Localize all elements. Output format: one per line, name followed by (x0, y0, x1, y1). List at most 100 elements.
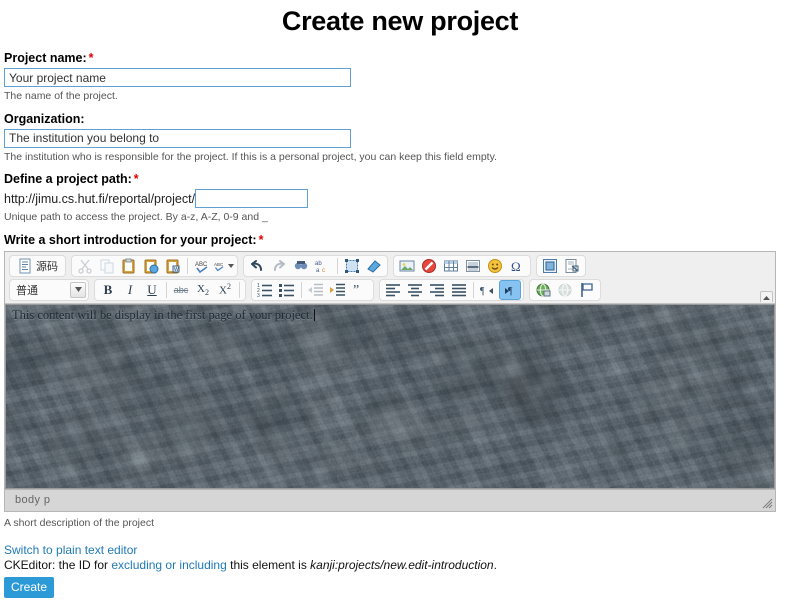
switch-to-plain-text-link[interactable]: Switch to plain text editor (4, 543, 137, 557)
svg-text:¶: ¶ (508, 286, 513, 297)
toolbar-separator (473, 282, 474, 298)
source-label: 源码 (33, 258, 58, 274)
organization-label-text: Organization: (4, 112, 85, 126)
page-break-icon[interactable] (561, 256, 583, 276)
project-path-row: http://jimu.cs.hut.fi/reportal/project/ (4, 189, 796, 208)
text-direction-ltr-icon[interactable]: ¶ (499, 280, 521, 300)
switch-editor-line: Switch to plain text editor (4, 543, 796, 557)
project-path-label: Define a project path: * (4, 172, 796, 186)
spellcheck-options-icon[interactable]: ABC (213, 256, 235, 276)
field-project-name: Project name:* The name of the project. (4, 51, 796, 103)
paste-icon[interactable] (118, 256, 140, 276)
note-element-id: kanji:projects/new.edit-introduction (310, 558, 493, 572)
project-path-input[interactable] (195, 189, 308, 208)
undo-icon[interactable] (246, 256, 268, 276)
bulleted-list-icon[interactable] (276, 280, 298, 300)
smiley-icon[interactable] (484, 256, 506, 276)
svg-text:c: c (322, 268, 325, 274)
bold-icon[interactable]: B (97, 280, 119, 300)
svg-text:a: a (316, 268, 320, 274)
replace-icon[interactable]: ab a c (312, 256, 334, 276)
editor-resize-handle[interactable] (761, 497, 773, 509)
toolbar-group-2: W ABC ABC (71, 255, 238, 277)
organization-input[interactable] (4, 129, 351, 148)
toolbar-group-3: ¶ ¶ (379, 279, 524, 301)
note-suffix: . (494, 558, 497, 572)
field-project-path: Define a project path: * http://jimu.cs.h… (4, 172, 796, 224)
strikethrough-icon[interactable]: abc (170, 280, 192, 300)
organization-description: The institution who is responsible for t… (4, 151, 796, 164)
required-asterisk: * (134, 172, 139, 186)
align-right-icon[interactable] (426, 280, 448, 300)
toolbar-separator (187, 258, 188, 274)
spellcheck-icon[interactable]: ABC (191, 256, 213, 276)
project-path-label-text: Define a project path: (4, 172, 132, 186)
link-icon[interactable] (532, 280, 554, 300)
project-path-prefix: http://jimu.cs.hut.fi/reportal/project/ (4, 192, 195, 206)
toolbar-row-2: 普通 B I Uabc X2 X2 1 2 3” ¶ ¶ (7, 278, 773, 302)
superscript-icon[interactable]: X2 (214, 280, 236, 300)
blockquote-icon[interactable]: ” (349, 280, 371, 300)
field-introduction: Write a short introduction for your proj… (4, 233, 796, 529)
toolbar-group-3: ab a c (243, 255, 388, 277)
exclude-include-link[interactable]: excluding or including (111, 558, 226, 572)
field-organization: Organization: The institution who is res… (4, 112, 796, 164)
flash-icon[interactable] (418, 256, 440, 276)
project-name-label-text: Project name: (4, 51, 87, 65)
subscript-icon[interactable]: X2 (192, 280, 214, 300)
svg-text:3: 3 (257, 293, 260, 298)
toolbar-separator (337, 258, 338, 274)
paste-word-icon[interactable]: W (162, 256, 184, 276)
required-asterisk: * (259, 233, 264, 247)
underline-icon[interactable]: U (141, 280, 163, 300)
ckeditor-elements-path-bar: body p (5, 489, 775, 511)
unlink-icon (554, 280, 576, 300)
numbered-list-icon[interactable]: 123 (254, 280, 276, 300)
create-project-page: Create new project Project name:* The na… (0, 6, 800, 598)
project-name-input[interactable] (4, 68, 351, 87)
organization-label: Organization: (4, 112, 796, 126)
paste-text-icon[interactable] (140, 256, 162, 276)
indent-icon[interactable] (327, 280, 349, 300)
text-caret (314, 309, 315, 321)
note-prefix: CKEditor: the ID for (4, 558, 111, 572)
ckeditor-content-area[interactable]: This content will be display in the firs… (5, 304, 775, 489)
chevron-down-icon (70, 282, 86, 298)
svg-text:ABC: ABC (214, 262, 224, 267)
collapse-toolbar-icon[interactable] (760, 291, 773, 302)
image-icon[interactable] (396, 256, 418, 276)
special-char-icon[interactable]: Ω (506, 256, 528, 276)
align-left-icon[interactable] (382, 280, 404, 300)
iframe-icon[interactable] (539, 256, 561, 276)
toolbar-row-1: 源码 W ABC ABC ab a c Ω (7, 254, 773, 278)
horizontal-rule-icon[interactable] (462, 256, 484, 276)
remove-format-icon[interactable] (363, 256, 385, 276)
page-title: Create new project (4, 6, 796, 37)
align-center-icon[interactable] (404, 280, 426, 300)
toolbar-group-4 (529, 279, 601, 301)
svg-text:Ω: Ω (511, 259, 521, 274)
introduction-label-text: Write a short introduction for your proj… (4, 233, 257, 247)
text-direction-rtl-icon[interactable]: ¶ (477, 280, 499, 300)
table-icon[interactable] (440, 256, 462, 276)
anchor-icon[interactable] (576, 280, 598, 300)
create-button[interactable]: Create (4, 577, 54, 598)
toolbar-group-4: Ω (393, 255, 531, 277)
find-icon[interactable] (290, 256, 312, 276)
source-icon[interactable]: 源码 (12, 256, 63, 276)
chevron-down-icon (228, 264, 234, 268)
toolbar-group-1: 源码 (9, 255, 66, 277)
select-all-icon[interactable] (341, 256, 363, 276)
italic-icon[interactable]: I (119, 280, 141, 300)
project-path-description: Unique path to access the project. By a-… (4, 211, 796, 224)
align-justify-icon[interactable] (448, 280, 470, 300)
paragraph-format-select[interactable]: 普通 (9, 279, 89, 301)
svg-text:”: ” (353, 283, 359, 298)
toolbar-group-2: 1 2 3 ” (251, 279, 374, 301)
required-asterisk: * (89, 51, 94, 65)
ckeditor: 源码 W ABC ABC ab a c Ω 普通 B I Uabc X2 X2 1 2 3” ¶ ¶ This c… (4, 251, 776, 512)
toolbar-separator (166, 282, 167, 298)
editor-background-texture (6, 305, 775, 489)
elements-path[interactable]: body p (15, 494, 50, 506)
project-name-description: The name of the project. (4, 90, 796, 103)
